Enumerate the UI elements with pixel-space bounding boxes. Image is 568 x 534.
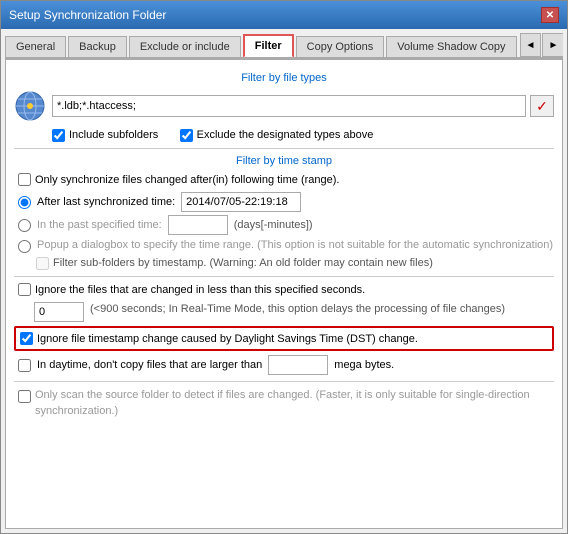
dst-label: Ignore file timestamp change caused by D… bbox=[37, 333, 418, 345]
include-subfolders-row: Include subfolders Exclude the designate… bbox=[52, 128, 554, 142]
daytime-label: In daytime, don't copy files that are la… bbox=[37, 359, 262, 371]
title-bar: Setup Synchronization Folder ✕ bbox=[1, 1, 567, 29]
tab-scroll-next[interactable]: ► bbox=[542, 33, 563, 57]
dst-checkbox[interactable] bbox=[20, 332, 33, 345]
title-bar-buttons: ✕ bbox=[541, 7, 559, 23]
daytime-row: In daytime, don't copy files that are la… bbox=[14, 355, 554, 375]
filter-subfolders-label: Filter sub-folders by timestamp. (Warnin… bbox=[53, 257, 433, 269]
filter-input-row: ✓ bbox=[14, 90, 554, 122]
after-last-sync-label: After last synchronized time: bbox=[37, 196, 175, 208]
file-types-header: Filter by file types bbox=[14, 72, 554, 84]
days-minutes-label: (days[-minutes]) bbox=[234, 219, 313, 231]
tab-scroll-prev[interactable]: ◄ bbox=[520, 33, 542, 57]
include-subfolders-label: Include subfolders bbox=[69, 129, 158, 141]
seconds-row: (<900 seconds; In Real-Time Mode, this o… bbox=[34, 302, 554, 322]
only-scan-row: Only scan the source folder to detect if… bbox=[14, 388, 554, 419]
in-past-label: In the past specified time: bbox=[37, 219, 162, 231]
in-past-row: In the past specified time: (days[-minut… bbox=[14, 215, 554, 235]
separator-2 bbox=[14, 276, 554, 277]
popup-dialog-label: Popup a dialogbox to specify the time ra… bbox=[37, 238, 554, 253]
filter-subfolders-row: Filter sub-folders by timestamp. (Warnin… bbox=[36, 257, 554, 270]
tab-volume-shadow-copy[interactable]: Volume Shadow Copy bbox=[386, 36, 516, 57]
exclude-designated-checkbox[interactable] bbox=[180, 129, 193, 142]
only-scan-label: Only scan the source folder to detect if… bbox=[35, 388, 550, 419]
exclude-designated-label: Exclude the designated types above bbox=[197, 129, 374, 141]
globe-icon bbox=[14, 90, 46, 122]
after-last-sync-input[interactable] bbox=[181, 192, 301, 212]
days-input[interactable] bbox=[168, 215, 228, 235]
ignore-less-seconds-label: Ignore the files that are changed in les… bbox=[35, 283, 365, 298]
only-sync-changed-checkbox[interactable] bbox=[18, 173, 31, 186]
tab-bar: General Backup Exclude or include Filter… bbox=[5, 33, 563, 59]
popup-dialog-radio[interactable] bbox=[18, 240, 31, 253]
tab-copy-options[interactable]: Copy Options bbox=[296, 36, 385, 57]
seconds-input[interactable] bbox=[34, 302, 84, 322]
separator-1 bbox=[14, 148, 554, 149]
tab-exclude-include[interactable]: Exclude or include bbox=[129, 36, 241, 57]
ignore-less-seconds-checkbox[interactable] bbox=[18, 283, 31, 296]
window-content: General Backup Exclude or include Filter… bbox=[1, 29, 567, 533]
mega-bytes-label: mega bytes. bbox=[334, 359, 394, 371]
only-scan-checkbox[interactable] bbox=[18, 390, 31, 403]
filter-input-group: ✓ bbox=[52, 95, 554, 117]
seconds-note: (<900 seconds; In Real-Time Mode, this o… bbox=[90, 302, 554, 317]
popup-dialog-row: Popup a dialogbox to specify the time ra… bbox=[14, 238, 554, 253]
dst-row: Ignore file timestamp change caused by D… bbox=[14, 326, 554, 351]
tab-general[interactable]: General bbox=[5, 36, 66, 57]
filter-subfolders-checkbox[interactable] bbox=[36, 257, 49, 270]
in-past-radio[interactable] bbox=[18, 219, 31, 232]
after-last-sync-row: After last synchronized time: bbox=[14, 192, 554, 212]
after-last-sync-radio[interactable] bbox=[18, 196, 31, 209]
tab-backup[interactable]: Backup bbox=[68, 36, 127, 57]
only-sync-changed-label: Only synchronize files changed after(in)… bbox=[35, 173, 339, 188]
close-button[interactable]: ✕ bbox=[541, 7, 559, 23]
daytime-checkbox[interactable] bbox=[18, 359, 31, 372]
include-subfolders-checkbox[interactable] bbox=[52, 129, 65, 142]
ignore-less-seconds-row: Ignore the files that are changed in les… bbox=[14, 283, 554, 298]
mega-input[interactable] bbox=[268, 355, 328, 375]
window-title: Setup Synchronization Folder bbox=[9, 8, 166, 22]
filter-file-types-input[interactable] bbox=[52, 95, 526, 117]
tab-filter[interactable]: Filter bbox=[243, 34, 294, 58]
timestamp-header: Filter by time stamp bbox=[14, 155, 554, 167]
main-window: Setup Synchronization Folder ✕ General B… bbox=[0, 0, 568, 534]
filter-panel: Filter by file types ✓ bbox=[5, 59, 563, 529]
only-sync-changed-row: Only synchronize files changed after(in)… bbox=[14, 173, 554, 188]
checkmark-button[interactable]: ✓ bbox=[530, 95, 554, 117]
separator-3 bbox=[14, 381, 554, 382]
